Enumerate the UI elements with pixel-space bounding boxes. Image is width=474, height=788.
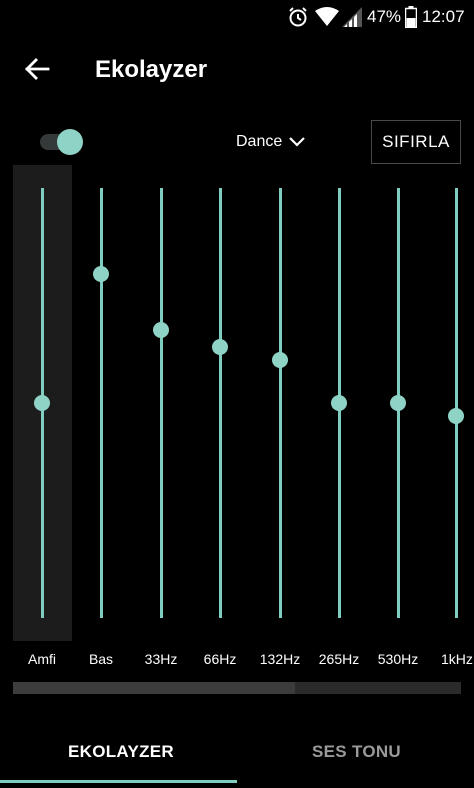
band-label: Amfi bbox=[28, 651, 56, 667]
battery-icon bbox=[405, 6, 417, 28]
page-title: Ekolayzer bbox=[95, 56, 208, 83]
wifi-icon bbox=[315, 7, 339, 26]
band-label: 265Hz bbox=[318, 651, 360, 667]
band-label: Bas bbox=[88, 651, 114, 667]
band-slider-knob[interactable] bbox=[390, 395, 406, 411]
preset-label: Dance bbox=[236, 133, 283, 150]
band-slider-track[interactable] bbox=[218, 188, 222, 618]
preset-dropdown[interactable]: Dance bbox=[236, 133, 306, 151]
tab-equalizer[interactable]: EKOLAYZER bbox=[68, 742, 174, 762]
toggle-thumb bbox=[57, 129, 83, 155]
band-label: 66Hz bbox=[203, 651, 237, 667]
status-bar: 47% 12:07 bbox=[0, 0, 474, 34]
band-slider-knob[interactable] bbox=[93, 266, 109, 282]
band-label: 530Hz bbox=[377, 651, 419, 667]
band-scrollbar[interactable] bbox=[13, 682, 461, 694]
battery-percent: 47% bbox=[367, 7, 402, 26]
band-slider-knob[interactable] bbox=[153, 321, 169, 338]
band-label: 132Hz bbox=[259, 651, 301, 667]
scrollbar-thumb[interactable] bbox=[13, 682, 295, 694]
active-tab-indicator bbox=[0, 780, 237, 783]
clock: 12:07 bbox=[422, 7, 465, 26]
band-label: 1kHz bbox=[441, 651, 473, 667]
band-slider-knob[interactable] bbox=[212, 339, 228, 356]
alarm-icon bbox=[289, 7, 307, 27]
band-slider-knob[interactable] bbox=[448, 407, 464, 424]
band-slider-track[interactable] bbox=[159, 188, 163, 618]
band-slider-knob[interactable] bbox=[272, 352, 288, 368]
arrow-left-icon[interactable] bbox=[22, 54, 52, 84]
band-slider-track[interactable] bbox=[278, 188, 282, 618]
band-slider-track[interactable] bbox=[454, 188, 458, 618]
tab-sound-tone[interactable]: SES TONU bbox=[312, 742, 401, 762]
band-slider-track[interactable] bbox=[99, 188, 103, 618]
signal-icon bbox=[342, 7, 362, 27]
band-slider-knob[interactable] bbox=[331, 395, 347, 411]
reset-button[interactable]: SIFIRLA bbox=[371, 120, 461, 164]
band-slider-knob[interactable] bbox=[34, 395, 50, 411]
band-label: 33Hz bbox=[144, 651, 178, 667]
chevron-down-icon bbox=[289, 137, 306, 147]
